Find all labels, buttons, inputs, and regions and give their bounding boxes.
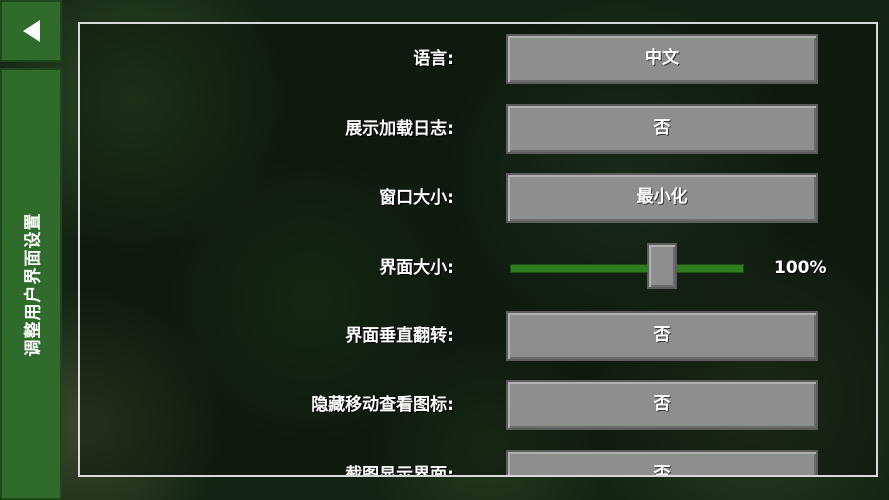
setting-label: 窗口大小:: [379, 188, 454, 208]
flip-ui-vertical-button[interactable]: 否: [506, 311, 818, 361]
setting-row-ui-scale: 界面大小: 100%: [80, 243, 876, 293]
language-button[interactable]: 中文: [506, 34, 818, 84]
ui-scale-value: 100%: [774, 258, 827, 278]
ui-scale-slider-thumb[interactable]: [647, 243, 678, 289]
setting-label: 隐藏移动查看图标:: [311, 395, 454, 415]
setting-row-language: 语言: 中文: [80, 34, 876, 84]
setting-label: 界面大小:: [379, 258, 454, 278]
hide-move-look-icon-button[interactable]: 否: [506, 380, 818, 430]
setting-label: 界面垂直翻转:: [345, 326, 454, 346]
setting-row-flip-ui-vertical: 界面垂直翻转: 否: [80, 311, 876, 361]
side-tab-ui-settings[interactable]: 调整用户界面设置: [0, 68, 62, 500]
show-load-log-button[interactable]: 否: [506, 104, 818, 154]
setting-row-screenshot-show-ui: 截图显示界面: 否: [80, 450, 876, 477]
back-button[interactable]: [0, 0, 62, 62]
screenshot-show-ui-button[interactable]: 否: [506, 450, 818, 475]
setting-label: 截图显示界面:: [345, 465, 454, 477]
setting-label: 语言:: [413, 49, 454, 69]
side-tab-label: 调整用户界面设置: [23, 212, 44, 356]
settings-panel: 语言: 中文 展示加载日志: 否 窗口大小: 最小化 界面大小: 100% 界面…: [78, 22, 878, 477]
setting-row-show-load-log: 展示加载日志: 否: [80, 104, 876, 154]
setting-row-hide-move-look-icon: 隐藏移动查看图标: 否: [80, 380, 876, 430]
setting-row-window-size: 窗口大小: 最小化: [80, 173, 876, 223]
window-size-button[interactable]: 最小化: [506, 173, 818, 223]
arrow-left-icon: [23, 20, 40, 42]
ui-scale-slider-track[interactable]: [510, 264, 744, 273]
setting-label: 展示加载日志:: [345, 119, 454, 139]
